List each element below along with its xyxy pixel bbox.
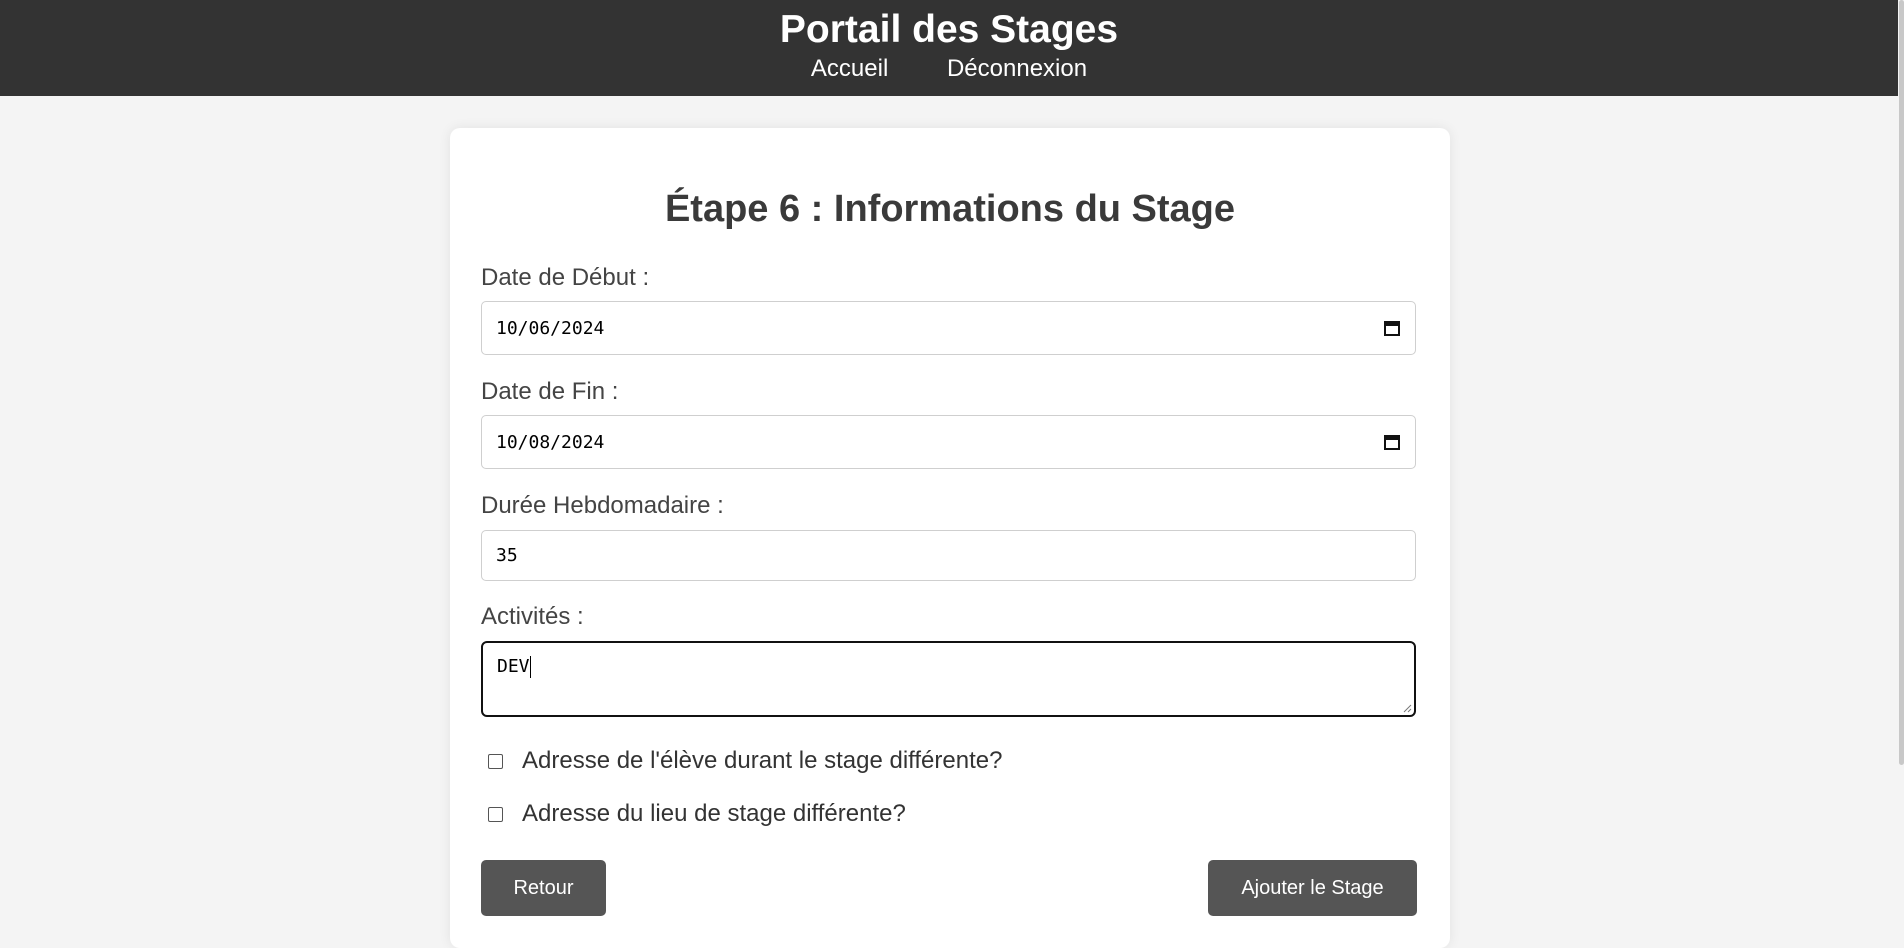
activities-textarea[interactable]: DEV	[481, 641, 1416, 717]
workplace-address-checkbox-label: Adresse du lieu de stage différente?	[522, 800, 906, 827]
activities-value: DEV	[497, 656, 530, 677]
top-header: Portail des Stages Accueil Déconnexion	[0, 0, 1898, 96]
back-button[interactable]: Retour	[481, 860, 606, 916]
main-nav: Accueil Déconnexion	[0, 55, 1898, 83]
end-date-value: 10/08/2024	[496, 431, 605, 453]
site-title: Portail des Stages	[779, 8, 1119, 51]
workplace-address-checkbox-row[interactable]: Adresse du lieu de stage différente?	[488, 800, 906, 828]
student-address-checkbox[interactable]	[488, 753, 503, 769]
student-address-checkbox-label: Adresse de l'élève durant le stage diffé…	[522, 747, 1003, 774]
nav-link-home[interactable]: Accueil	[811, 55, 888, 82]
add-internship-button[interactable]: Ajouter le Stage	[1208, 860, 1417, 916]
text-caret	[529, 656, 531, 678]
activities-label: Activités :	[481, 603, 584, 630]
student-address-checkbox-row[interactable]: Adresse de l'élève durant le stage diffé…	[488, 747, 1002, 775]
form-card: Étape 6 : Informations du Stage Date de …	[450, 128, 1450, 948]
calendar-icon[interactable]	[1383, 319, 1401, 337]
end-date-input[interactable]: 10/08/2024	[481, 415, 1416, 469]
scrollbar-thumb[interactable]	[1899, 0, 1904, 765]
weekly-hours-value: 35	[496, 545, 518, 566]
weekly-hours-input[interactable]: 35	[481, 530, 1416, 581]
workplace-address-checkbox[interactable]	[488, 806, 503, 822]
resize-handle-icon[interactable]	[1402, 703, 1412, 713]
start-date-label: Date de Début :	[481, 264, 650, 291]
start-date-input[interactable]: 10/06/2024	[481, 301, 1416, 355]
start-date-value: 10/06/2024	[496, 317, 605, 339]
form-heading: Étape 6 : Informations du Stage	[664, 188, 1236, 230]
weekly-hours-label: Durée Hebdomadaire :	[481, 492, 724, 519]
nav-link-logout[interactable]: Déconnexion	[947, 55, 1087, 82]
calendar-icon[interactable]	[1383, 433, 1401, 451]
end-date-label: Date de Fin :	[481, 378, 619, 405]
